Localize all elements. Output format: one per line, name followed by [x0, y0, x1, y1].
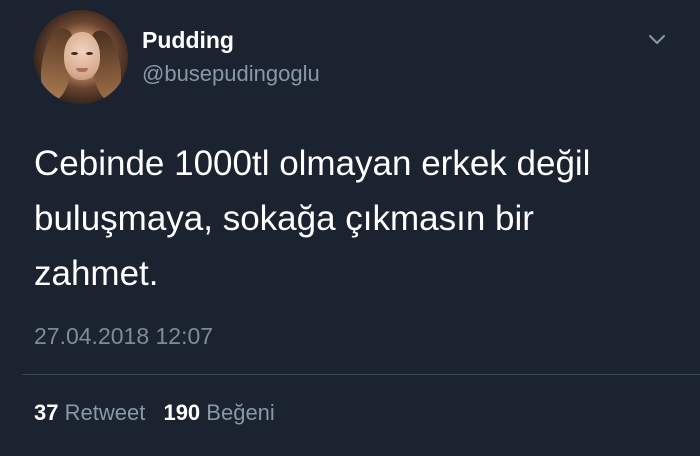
engagement-stats: 37 Retweet 190 Beğeni	[34, 398, 275, 428]
tweet-card: Pudding @busepudingoglu Cebinde 1000tl o…	[0, 0, 700, 456]
avatar-eye-left	[71, 52, 78, 55]
tweet-timestamp[interactable]: 27.04.2018 12:07	[34, 321, 213, 351]
like-count[interactable]: 190	[163, 400, 200, 425]
tweet-text: Cebinde 1000tl olmayan erkek değil buluş…	[34, 144, 591, 293]
divider	[22, 374, 700, 375]
avatar-face	[64, 32, 100, 80]
avatar-eye-right	[86, 52, 93, 55]
retweet-label[interactable]: Retweet	[65, 400, 146, 425]
user-handle[interactable]: @busepudingoglu	[142, 60, 320, 88]
display-name[interactable]: Pudding	[142, 26, 234, 54]
like-label[interactable]: Beğeni	[206, 400, 275, 425]
retweet-count[interactable]: 37	[34, 400, 58, 425]
chevron-down-icon[interactable]	[645, 28, 669, 52]
avatar[interactable]	[34, 10, 128, 104]
